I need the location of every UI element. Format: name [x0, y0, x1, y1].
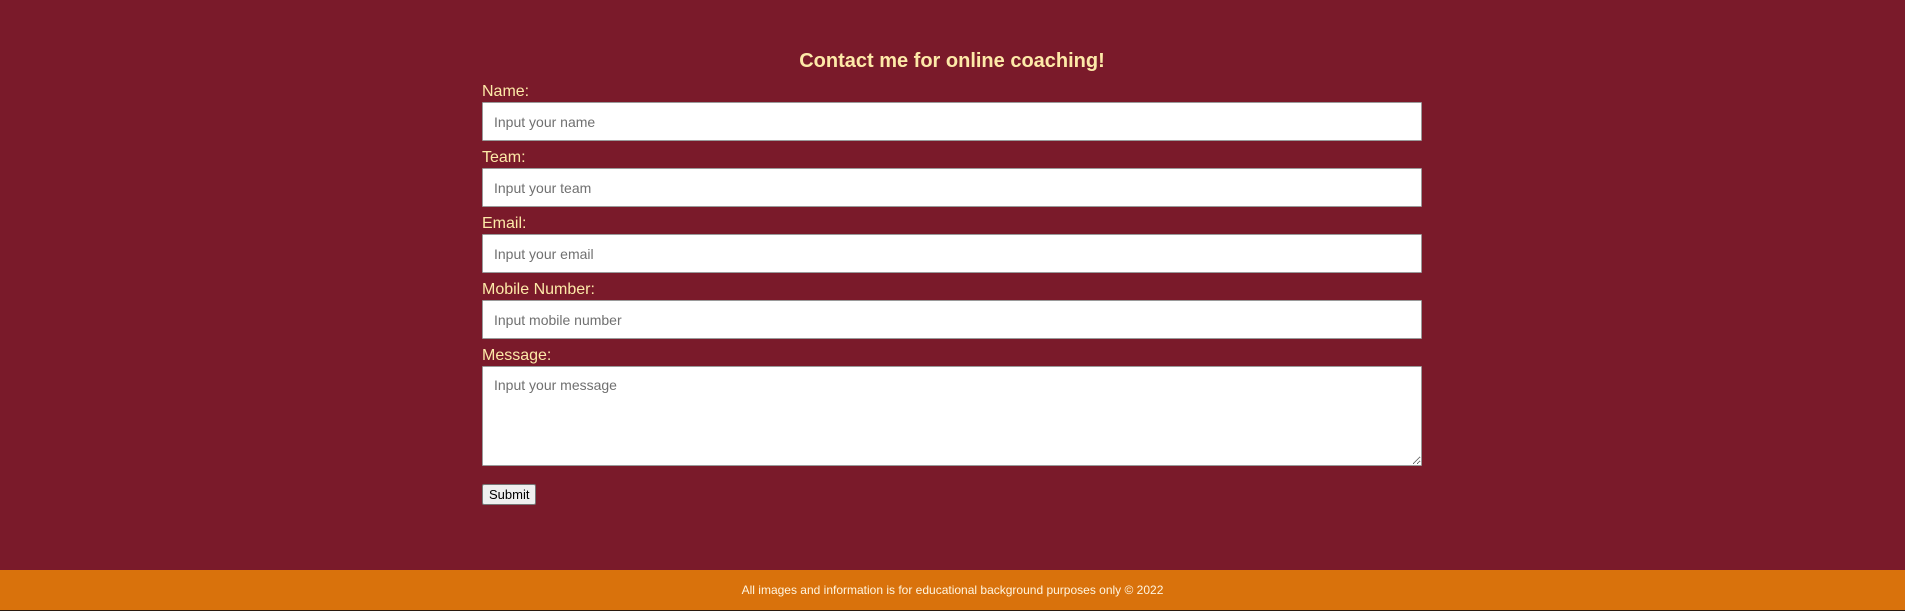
footer-text: All images and information is for educat…	[741, 583, 1164, 597]
submit-button[interactable]: Submit	[482, 484, 537, 505]
team-label: Team:	[482, 149, 526, 166]
name-label: Name:	[482, 83, 530, 100]
email-label: Email:	[482, 215, 527, 232]
main-content: Contact me for online coaching! Name: Te…	[0, 0, 1905, 570]
message-label: Message:	[482, 347, 552, 364]
message-textarea[interactable]	[482, 366, 1422, 466]
name-input[interactable]	[482, 102, 1422, 141]
team-input[interactable]	[482, 168, 1422, 207]
form-title: Contact me for online coaching!	[799, 50, 1105, 72]
email-input[interactable]	[482, 234, 1422, 273]
contact-form: Contact me for online coaching! Name: Te…	[482, 48, 1422, 505]
mobile-number-label: Mobile Number:	[482, 281, 595, 298]
mobile-number-input[interactable]	[482, 300, 1422, 339]
footer: All images and information is for educat…	[0, 570, 1905, 610]
